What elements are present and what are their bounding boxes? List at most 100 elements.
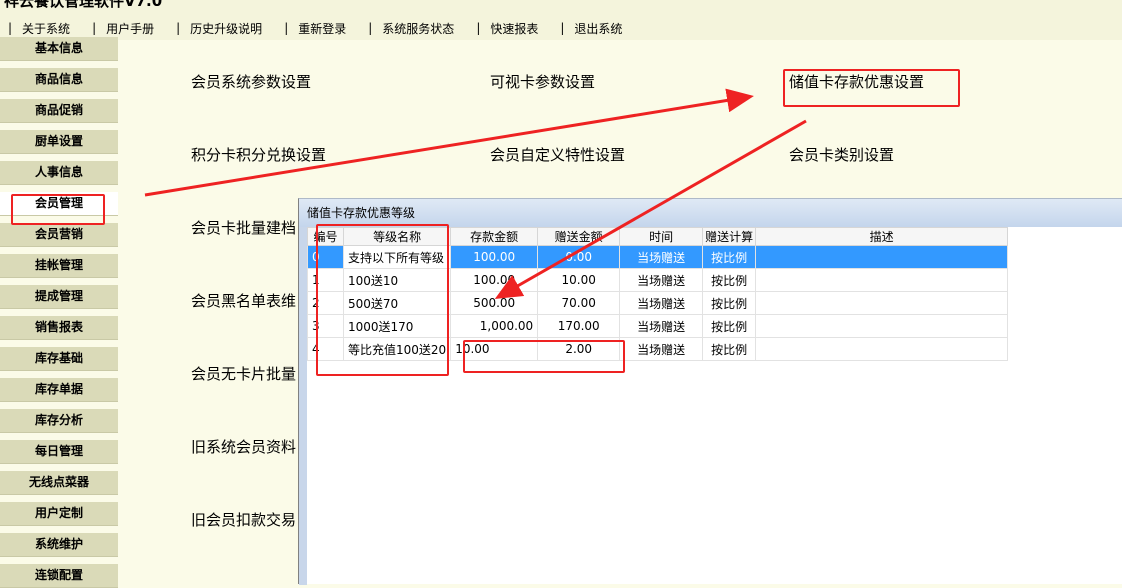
sidebar-item-6[interactable]: 会员营销 [0,223,118,247]
menu-item-4[interactable]: | 系统服务状态 [360,20,454,37]
option-row1-1[interactable]: 可视卡参数设置 [490,71,595,92]
table-cell[interactable]: 当场赠送 [619,337,704,361]
table-cell[interactable] [755,314,1009,338]
main-menu: | 关于系统 | 用户手册 | 历史升级说明 | 重新登录 | 系统服务状态 | 快速报表 | 退出系统 [0,18,622,38]
menu-item-label: 系统服务状态 [382,21,455,36]
column-header-5[interactable]: 赠送计算 [702,227,757,246]
column-header-1[interactable]: 等级名称 [342,227,452,246]
sidebar-item-9[interactable]: 销售报表 [0,316,118,340]
menu-separator: | [476,21,481,35]
menu-separator: | [284,21,289,35]
menu-item-3[interactable]: | 重新登录 [276,20,346,37]
dialog-frame [299,227,307,585]
sidebar-item-0[interactable]: 基本信息 [0,37,118,61]
sidebar-item-8[interactable]: 提成管理 [0,285,118,309]
column-header-0[interactable]: 编号 [307,227,344,246]
table-cell[interactable] [755,245,1009,269]
option-col1-0[interactable]: 会员卡批量建档 [191,217,296,238]
table-cell[interactable] [755,268,1009,292]
option-col1-1[interactable]: 会员黑名单表维 [191,290,296,311]
sidebar-item-4[interactable]: 人事信息 [0,161,118,185]
column-header-4[interactable]: 时间 [619,227,704,246]
menu-item-label: 关于系统 [22,21,71,36]
table-cell[interactable]: 按比例 [702,245,757,269]
option-row2-0[interactable]: 积分卡积分兑换设置 [191,144,326,165]
table-cell[interactable]: 2.00 [537,337,621,361]
column-header-6[interactable]: 描述 [755,227,1009,246]
column-header-3[interactable]: 赠送金额 [537,227,621,246]
menu-separator: | [368,21,373,35]
table-cell[interactable]: 按比例 [702,337,757,361]
table-cell[interactable]: 当场赠送 [619,268,704,292]
option-col1-4[interactable]: 旧会员扣款交易 [191,509,296,530]
menu-item-2[interactable]: | 历史升级说明 [168,20,262,37]
table-cell[interactable]: 3 [307,314,344,338]
discount-level-table: 编号 等级名称 存款金额 赠送金额 时间 赠送计算 描述 0 支持以下所有等级 100.00 0.… [307,227,1009,361]
column-header-2[interactable]: 存款金额 [450,227,539,246]
sidebar-item-7[interactable]: 挂帐管理 [0,254,118,278]
table-cell[interactable]: 按比例 [702,291,757,315]
sidebar: 基本信息商品信息商品促销厨单设置人事信息会员管理会员营销挂帐管理提成管理销售报表… [0,37,118,588]
sidebar-item-2[interactable]: 商品促销 [0,99,118,123]
sidebar-item-15[interactable]: 用户定制 [0,502,118,526]
table-cell[interactable]: 等比充值100送20 [342,337,452,361]
sidebar-item-12[interactable]: 库存分析 [0,409,118,433]
table-cell[interactable]: 当场赠送 [619,291,704,315]
deposit-discount-dialog: 储值卡存款优惠等级 编号 等级名称 存款金额 赠送金额 时间 赠送计算 描述 0 支持以下所有… [298,198,1122,585]
table-cell[interactable]: 100送10 [342,268,452,292]
table-cell[interactable]: 1000送170 [342,314,452,338]
sidebar-item-3[interactable]: 厨单设置 [0,130,118,154]
table-cell[interactable] [755,291,1009,315]
sidebar-item-10[interactable]: 库存基础 [0,347,118,371]
menu-item-0[interactable]: | 关于系统 [0,20,70,37]
sidebar-item-1[interactable]: 商品信息 [0,68,118,92]
sidebar-item-16[interactable]: 系统维护 [0,533,118,557]
option-col1-3[interactable]: 旧系统会员资料 [191,436,296,457]
option-row2-2[interactable]: 会员卡类别设置 [789,144,894,165]
sidebar-item-17[interactable]: 连锁配置 [0,564,118,588]
sidebar-item-11[interactable]: 库存单据 [0,378,118,402]
menu-item-5[interactable]: | 快速报表 [468,20,538,37]
table-cell[interactable]: 10.00 [537,268,621,292]
table-cell[interactable]: 100.00 [450,268,539,292]
table-row[interactable]: 0 支持以下所有等级 100.00 0.00 当场赠送 按比例 [307,245,1009,269]
sidebar-item-14[interactable]: 无线点菜器 [0,471,118,495]
table-cell[interactable]: 2 [307,291,344,315]
table-cell[interactable]: 10.00 [450,337,539,361]
table-cell[interactable]: 1 [307,268,344,292]
table-cell[interactable]: 按比例 [702,314,757,338]
table-row[interactable]: 4 等比充值100送20 10.00 2.00 当场赠送 按比例 [307,337,1009,361]
option-row1-0[interactable]: 会员系统参数设置 [191,71,311,92]
option-row2-1[interactable]: 会员自定义特性设置 [490,144,625,165]
option-row1-2[interactable]: 储值卡存款优惠设置 [789,71,924,92]
menu-item-6[interactable]: | 退出系统 [552,20,622,37]
table-cell[interactable]: 170.00 [537,314,621,338]
table-cell[interactable]: 4 [307,337,344,361]
table-row[interactable]: 2 500送70 500.00 70.00 当场赠送 按比例 [307,291,1009,315]
table-cell[interactable]: 1,000.00 [450,314,539,338]
option-col1-2[interactable]: 会员无卡片批量 [191,363,296,384]
table-cell[interactable]: 当场赠送 [619,314,704,338]
menu-separator: | [560,21,565,35]
top-bar: 祥云餐饮管理软件V7.0 | 关于系统 | 用户手册 | 历史升级说明 | 重新登录 | 系统服务… [0,0,1122,40]
table-cell[interactable]: 100.00 [450,245,539,269]
table-cell[interactable]: 500送70 [342,291,452,315]
menu-item-label: 快速报表 [490,21,539,36]
menu-item-label: 历史升级说明 [190,21,263,36]
table-cell[interactable]: 0 [307,245,344,269]
dialog-title: 储值卡存款优惠等级 [299,199,1122,228]
menu-item-label: 用户手册 [106,21,155,36]
table-cell[interactable]: 支持以下所有等级 [342,245,452,269]
table-cell[interactable]: 按比例 [702,268,757,292]
table-cell[interactable]: 500.00 [450,291,539,315]
menu-item-1[interactable]: | 用户手册 [84,20,154,37]
table-cell[interactable]: 0.00 [537,245,621,269]
table-cell[interactable] [755,337,1009,361]
table-row[interactable]: 3 1000送170 1,000.00 170.00 当场赠送 按比例 [307,314,1009,338]
table-row[interactable]: 1 100送10 100.00 10.00 当场赠送 按比例 [307,268,1009,292]
sidebar-item-13[interactable]: 每日管理 [0,440,118,464]
table-cell[interactable]: 当场赠送 [619,245,704,269]
sidebar-item-5[interactable]: 会员管理 [0,192,118,216]
table-cell[interactable]: 70.00 [537,291,621,315]
menu-item-label: 重新登录 [298,21,347,36]
